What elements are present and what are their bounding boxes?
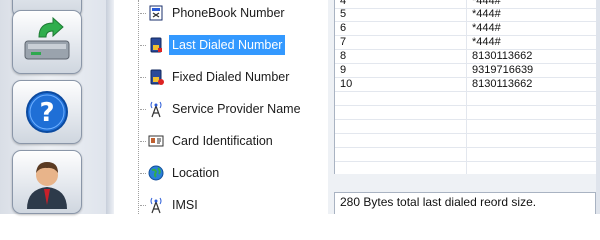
row-index: 9 [340, 64, 347, 76]
user-icon [27, 162, 67, 209]
tree-item-card-id[interactable]: Card Identification [140, 129, 276, 153]
tree-item-location[interactable]: Location [140, 161, 222, 185]
table-row-empty [335, 148, 597, 162]
row-number: *444# [472, 22, 501, 34]
rail-edge [106, 0, 114, 214]
id-card-icon [148, 135, 164, 147]
table-row-empty [335, 120, 597, 134]
tree-item-label: IMSI [172, 198, 198, 212]
tree-item-last-dialed[interactable]: Last Dialed Number [140, 33, 286, 57]
tree-item-imsi[interactable]: IMSI [140, 193, 201, 217]
drive-export-icon [24, 16, 70, 60]
row-number: 8130113662 [472, 50, 533, 62]
table-row-empty [335, 92, 597, 106]
row-number: 8130113662 [472, 78, 533, 90]
sim-card-icon [150, 37, 162, 53]
table-row[interactable]: 6 *444# [335, 22, 597, 36]
tree-item-label: Fixed Dialed Number [172, 70, 290, 84]
row-number: *444# [472, 0, 501, 7]
row-index: 5 [340, 8, 347, 20]
table-row[interactable]: 7 *444# [335, 36, 597, 50]
globe-icon [148, 165, 164, 181]
user-button[interactable] [12, 150, 82, 214]
sim-card-red-icon [150, 69, 164, 85]
row-number: 9319716639 [472, 64, 534, 76]
table-row[interactable]: 10 8130113662 [335, 78, 597, 92]
phonebook-icon [149, 5, 163, 21]
svg-text:?: ? [39, 98, 54, 128]
row-number: *444# [472, 36, 501, 48]
tree-item-label: Location [172, 166, 220, 180]
window-edge [596, 0, 600, 214]
tree-item-service-provider[interactable]: Service Provider Name [140, 97, 304, 121]
tree-item-label: Card Identification [172, 134, 273, 148]
table-row-empty [335, 134, 597, 148]
row-index: 7 [340, 36, 347, 48]
antenna-icon [150, 197, 162, 214]
tree-item-fixed-dialed[interactable]: Fixed Dialed Number [140, 65, 292, 89]
tree-item-label: Last Dialed Number [169, 35, 286, 55]
toolbar-rail: ? [0, 0, 107, 214]
tree-item-phonebook[interactable]: PhoneBook Number [140, 1, 288, 25]
row-number: *444# [472, 8, 501, 20]
row-index: 8 [340, 50, 347, 62]
table-row[interactable]: 8 8130113662 [335, 50, 597, 64]
row-index: 6 [340, 22, 347, 34]
tree-item-label: Service Provider Name [172, 102, 301, 116]
table-row[interactable]: 9 9319716639 [335, 64, 597, 78]
help-icon: ? [26, 91, 68, 133]
export-button[interactable] [12, 10, 82, 74]
row-index: 4 [340, 0, 347, 7]
table-row[interactable]: 5 *444# [335, 8, 597, 22]
tree-connector [138, 0, 139, 214]
help-button[interactable]: ? [12, 80, 82, 144]
tree-item-label: PhoneBook Number [172, 6, 285, 20]
antenna-icon [150, 101, 162, 118]
row-index: 10 [340, 78, 353, 90]
record-size-info: 280 Bytes total last dialed reord size. [334, 192, 596, 214]
table-row-empty [335, 106, 597, 120]
panel-divider-horizontal [334, 174, 596, 192]
dialed-numbers-grid[interactable]: 4 *444# 5 *444# 6 *444# 7 *444# 8 813011… [334, 0, 598, 175]
